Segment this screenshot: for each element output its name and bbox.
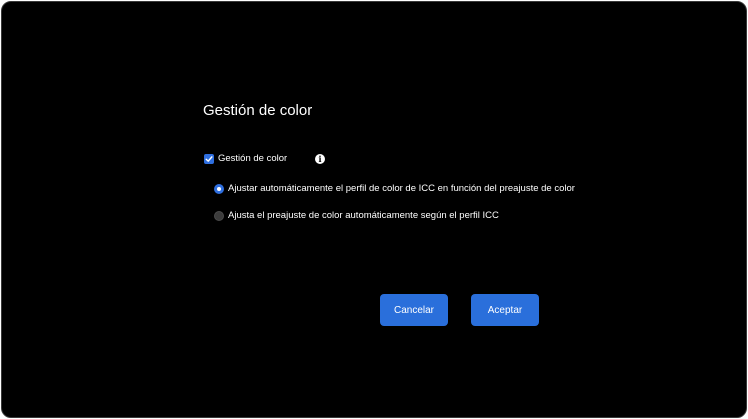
cancel-button[interactable]: Cancelar [380,294,448,326]
radio-label-adjust-icc-profile: Ajustar automáticamente el perfil de col… [228,183,575,194]
color-management-checkbox[interactable] [204,153,214,164]
radio-button-adjust-preset[interactable] [214,210,224,221]
radio-option-adjust-preset[interactable]: Ajusta el preajuste de color automáticam… [214,210,499,221]
accept-button[interactable]: Aceptar [471,294,539,326]
dialog-title: Gestión de color [203,102,313,119]
radio-button-adjust-icc-profile[interactable] [214,183,224,194]
color-management-checkbox-label: Gestión de color [218,153,288,164]
radio-selected-dot [217,186,221,191]
dialog-window: Gestión de color Gestión de color i Ajus… [1,1,747,418]
info-icon[interactable]: i [315,154,325,164]
radio-option-adjust-icc-profile[interactable]: Ajustar automáticamente el perfil de col… [214,183,575,194]
checkmark-icon [205,155,213,162]
color-management-checkbox-row[interactable]: Gestión de color [204,153,287,164]
radio-label-adjust-preset: Ajusta el preajuste de color automáticam… [228,210,499,221]
